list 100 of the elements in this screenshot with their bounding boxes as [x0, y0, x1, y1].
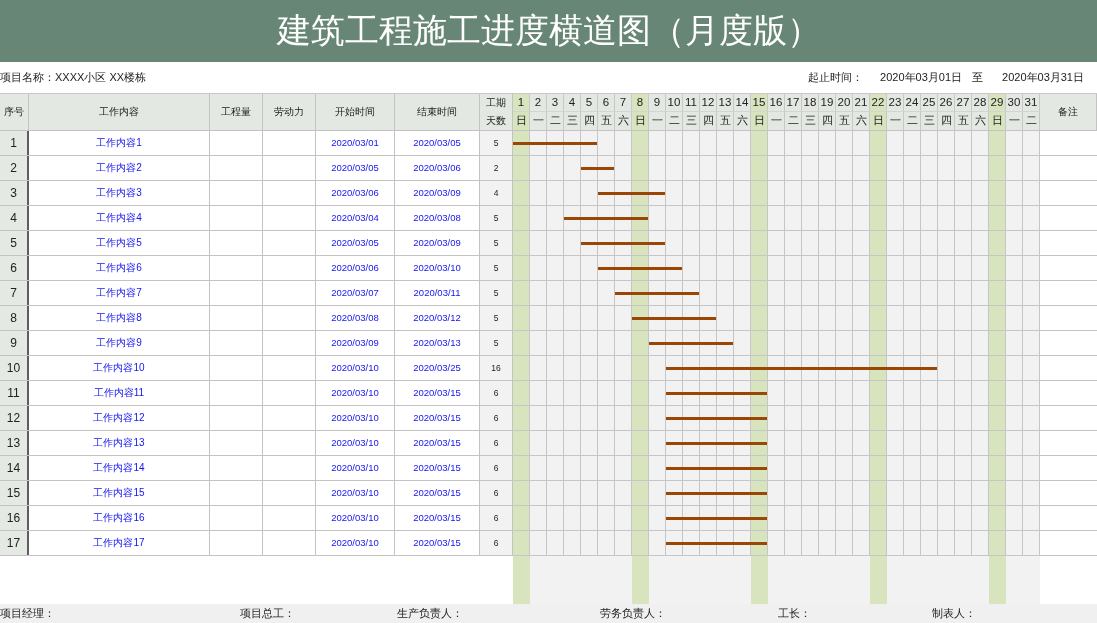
task-name: 工作内容5 — [29, 231, 210, 255]
duration-days: 6 — [480, 456, 513, 480]
weekday-label: 日 — [513, 112, 530, 131]
column-header: 结束时间 — [395, 94, 480, 130]
column-header: 序号 — [0, 94, 29, 130]
column-header: 劳动力 — [263, 94, 316, 130]
day-number: 28 — [972, 94, 989, 112]
task-name: 工作内容1 — [29, 131, 210, 155]
day-number: 19 — [819, 94, 836, 112]
day-number: 27 — [955, 94, 972, 112]
day-number: 30 — [1006, 94, 1023, 112]
weekday-label: 四 — [819, 112, 836, 131]
row-number: 3 — [0, 181, 29, 205]
day-number: 17 — [785, 94, 802, 112]
day-number: 20 — [836, 94, 853, 112]
weekday-label: 二 — [904, 112, 921, 131]
row-number: 8 — [0, 306, 29, 330]
task-name: 工作内容12 — [29, 406, 210, 430]
day-number: 26 — [938, 94, 955, 112]
signature-label: 劳务负责人： — [600, 606, 666, 619]
task-name: 工作内容7 — [29, 281, 210, 305]
column-header: 工期天数 — [480, 94, 513, 130]
day-number: 13 — [717, 94, 734, 112]
row-number: 1 — [0, 131, 29, 155]
weekday-label: 日 — [870, 112, 887, 131]
row-number: 7 — [0, 281, 29, 305]
start-date: 2020/03/06 — [316, 256, 395, 280]
row-number: 16 — [0, 506, 29, 530]
weekday-label: 一 — [530, 112, 547, 131]
weekday-label: 三 — [564, 112, 581, 131]
row-number: 9 — [0, 331, 29, 355]
task-name: 工作内容10 — [29, 356, 210, 380]
weekday-label: 一 — [768, 112, 785, 131]
range-separator: 至 — [972, 70, 984, 85]
day-number: 18 — [802, 94, 819, 112]
weekday-label: 日 — [751, 112, 768, 131]
start-date: 2020/03/05 — [316, 156, 395, 180]
weekday-label: 六 — [615, 112, 632, 131]
day-number: 24 — [904, 94, 921, 112]
day-number: 31 — [1023, 94, 1040, 112]
task-name: 工作内容3 — [29, 181, 210, 205]
date-range-label: 起止时间： — [808, 70, 864, 85]
duration-days: 6 — [480, 381, 513, 405]
task-name: 工作内容14 — [29, 456, 210, 480]
start-date: 2020/03/01 — [316, 131, 395, 155]
task-name: 工作内容6 — [29, 256, 210, 280]
duration-days: 6 — [480, 531, 513, 555]
start-date: 2020/03/06 — [316, 181, 395, 205]
start-date: 2020/03/10 — [316, 381, 395, 405]
day-number: 11 — [683, 94, 700, 112]
start-date: 2020/03/07 — [316, 281, 395, 305]
start-date: 2020/03/10 — [316, 506, 395, 530]
start-date: 2020/03/10 — [316, 531, 395, 555]
task-name: 工作内容8 — [29, 306, 210, 330]
duration-days: 16 — [480, 356, 513, 380]
row-number: 11 — [0, 381, 29, 405]
column-header: 开始时间 — [316, 94, 395, 130]
date-range-end: 2020年03月31日 — [1002, 70, 1084, 85]
start-date: 2020/03/10 — [316, 481, 395, 505]
duration-days: 4 — [480, 181, 513, 205]
weekday-label: 二 — [547, 112, 564, 131]
day-number: 5 — [581, 94, 598, 112]
day-number: 16 — [768, 94, 785, 112]
task-name: 工作内容13 — [29, 431, 210, 455]
weekday-label: 五 — [598, 112, 615, 131]
weekday-label: 二 — [666, 112, 683, 131]
task-name: 工作内容2 — [29, 156, 210, 180]
row-number: 10 — [0, 356, 29, 380]
duration-days: 5 — [480, 231, 513, 255]
row-number: 13 — [0, 431, 29, 455]
column-header: 工作内容 — [29, 94, 210, 130]
signature-label: 项目总工： — [240, 606, 295, 619]
weekday-label: 四 — [581, 112, 598, 131]
day-number: 6 — [598, 94, 615, 112]
duration-days: 6 — [480, 406, 513, 430]
start-date: 2020/03/05 — [316, 231, 395, 255]
task-name: 工作内容17 — [29, 531, 210, 555]
sheet-title: 建筑工程施工进度横道图（月度版） — [276, 11, 821, 51]
task-name: 工作内容9 — [29, 331, 210, 355]
day-number: 10 — [666, 94, 683, 112]
duration-days: 6 — [480, 506, 513, 530]
weekday-label: 六 — [853, 112, 870, 131]
weekday-label: 三 — [802, 112, 819, 131]
start-date: 2020/03/08 — [316, 306, 395, 330]
weekday-label: 五 — [717, 112, 734, 131]
row-number: 6 — [0, 256, 29, 280]
weekday-label: 二 — [785, 112, 802, 131]
weekday-label: 六 — [734, 112, 751, 131]
day-number: 25 — [921, 94, 938, 112]
signature-label: 工长： — [778, 606, 811, 619]
schedule-bar — [581, 166, 614, 170]
task-name: 工作内容11 — [29, 381, 210, 405]
weekday-label: 二 — [1023, 112, 1040, 131]
day-number: 3 — [547, 94, 564, 112]
start-date: 2020/03/10 — [316, 356, 395, 380]
day-number: 23 — [887, 94, 904, 112]
weekday-label: 五 — [955, 112, 972, 131]
row-number: 5 — [0, 231, 29, 255]
row-number: 14 — [0, 456, 29, 480]
weekday-label: 一 — [1006, 112, 1023, 131]
